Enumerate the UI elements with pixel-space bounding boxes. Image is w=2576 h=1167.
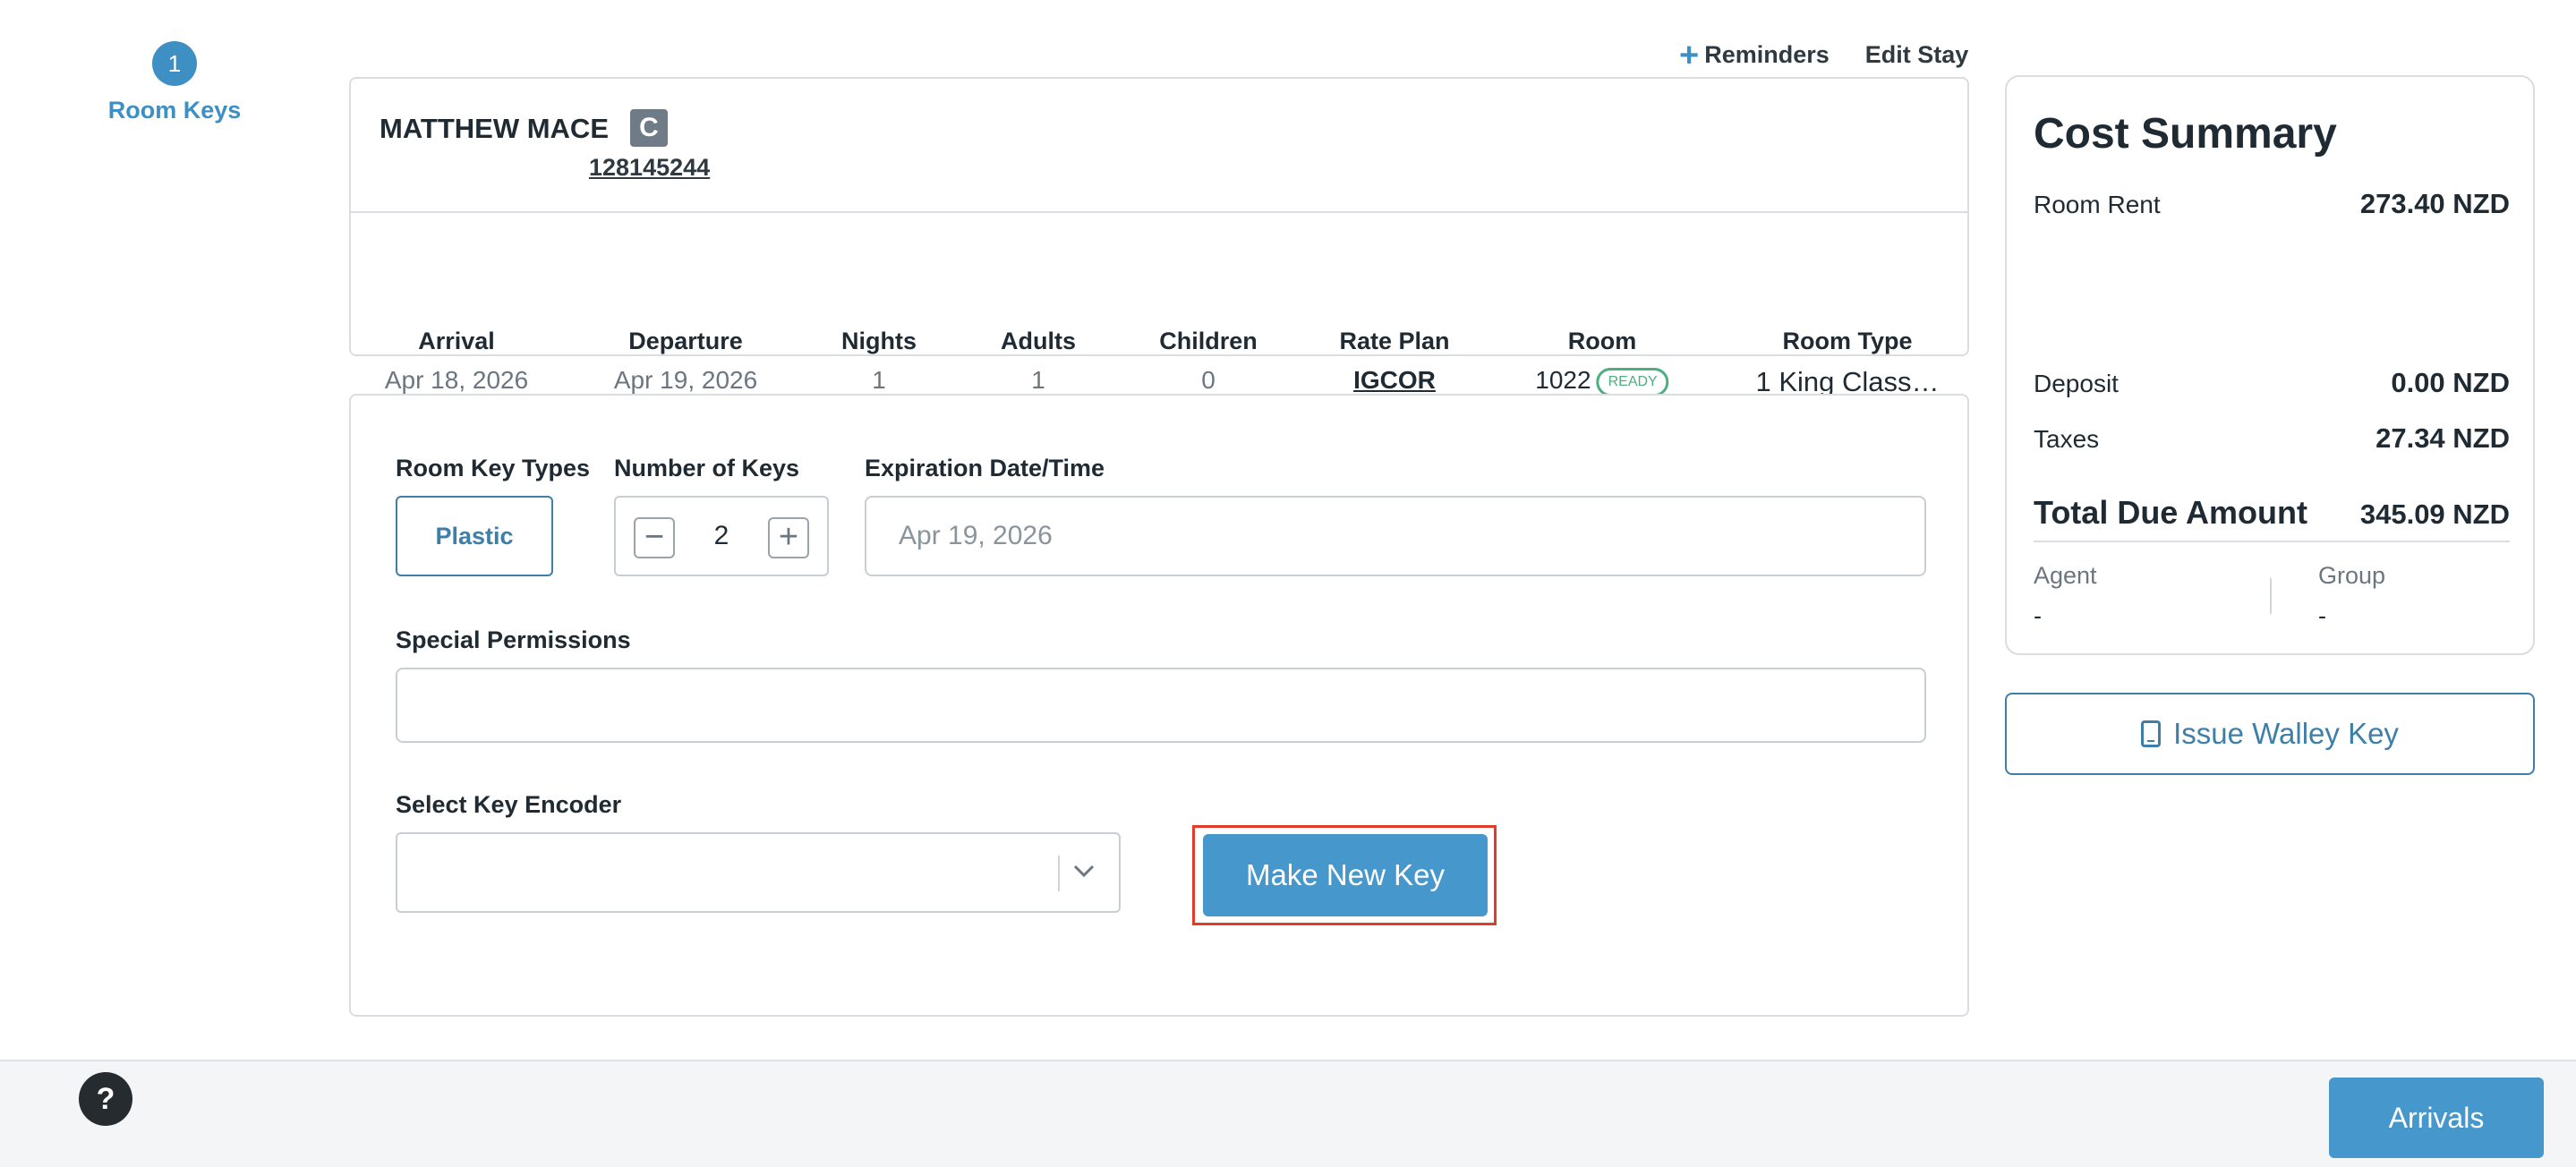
reminders-label: Reminders [1704,41,1830,68]
total-due-row: Total Due Amount 345.09 NZD [2034,494,2510,532]
key-encoder-select[interactable] [396,832,1121,913]
agent-group-divider [2270,578,2272,614]
taxes-value: 27.34 NZD [2376,422,2510,454]
adults-value: 1 [1031,366,1045,394]
guest-name: MATTHEW MACE [380,113,609,144]
tablet-icon [2141,720,2162,747]
children-field: Children 0 [1159,328,1258,395]
departure-label: Departure [628,328,743,354]
cost-summary-title: Cost Summary [2034,110,2337,158]
key-quantity-stepper: 2 − + [614,496,829,576]
nights-label: Nights [841,328,917,354]
deposit-row: Deposit 0.00 NZD [2034,367,2510,399]
agent-value: - [2034,602,2042,629]
room-key-form: Room Key Types Plastic Number of Keys 2 … [349,394,1969,1017]
issue-walley-key-button[interactable]: Issue Walley Key [2005,693,2535,775]
deposit-value: 0.00 NZD [2391,367,2510,398]
special-permissions-input[interactable] [396,668,1926,743]
room-key-types-label: Room Key Types [396,455,591,481]
total-due-label: Total Due Amount [2034,494,2307,531]
plastic-key-type-button[interactable]: Plastic [396,496,553,576]
arrival-value: Apr 18, 2026 [384,366,529,394]
expiration-label: Expiration Date/Time [865,455,1105,481]
arrivals-button[interactable]: Arrivals [2329,1078,2544,1158]
help-icon[interactable]: ? [79,1072,132,1126]
step-indicator[interactable]: 1 Room Keys [106,41,243,124]
room-rent-label: Room Rent [2034,191,2161,218]
step-label: Room Keys [107,97,242,124]
special-permissions-label: Special Permissions [396,626,631,653]
group-label: Group [2318,562,2386,589]
rate-plan-field: Rate Plan IGCOR [1339,328,1449,395]
number-of-keys-label: Number of Keys [614,455,800,481]
key-encoder-label: Select Key Encoder [396,791,622,818]
children-value: 0 [1201,366,1215,394]
room-value-wrap: 1022 READY [1535,366,1669,396]
arrival-label: Arrival [418,328,495,354]
guest-header: MATTHEW MACE C 128145244 [351,79,1967,213]
stay-details: Arrival Apr 18, 2026 Departure Apr 19, 2… [351,249,1967,397]
rate-plan-link[interactable]: IGCOR [1339,366,1449,395]
agent-field: Agent - [2034,562,2097,630]
taxes-label: Taxes [2034,425,2100,453]
select-separator [1058,856,1060,891]
room-field: Room 1022 READY [1535,328,1669,396]
room-type-field: Room Type 1 King Class… [1755,328,1939,398]
room-rent-row: Room Rent 273.40 NZD [2034,188,2510,220]
room-status-badge: READY [1596,367,1669,396]
reservation-card: MATTHEW MACE C 128145244 Arrival Apr 18,… [349,77,1969,397]
nights-field: Nights 1 [841,328,917,395]
cost-summary-card: Cost Summary Room Rent 273.40 NZD Deposi… [2005,75,2535,655]
decrement-button[interactable]: − [634,517,675,558]
top-links: + Reminders Edit Stay [1679,36,1969,74]
step-number-badge: 1 [152,41,197,86]
room-type-label: Room Type [1782,328,1913,354]
arrival-field: Arrival Apr 18, 2026 [385,328,528,395]
reminders-link[interactable]: + Reminders [1679,36,1830,74]
adults-field: Adults 1 [1001,328,1076,395]
footer-bar: ? Arrivals [0,1060,2576,1167]
total-due-value: 345.09 NZD [2359,498,2510,530]
edit-stay-link[interactable]: Edit Stay [1865,41,1969,69]
plus-icon: + [1679,36,1700,74]
children-label: Children [1159,328,1258,354]
chevron-down-icon[interactable] [1070,857,1097,884]
agent-label: Agent [2034,562,2097,589]
group-value: - [2318,602,2326,629]
make-new-key-button[interactable]: Make New Key [1203,834,1488,916]
group-field: Group - [2318,562,2385,630]
room-rent-value: 273.40 NZD [2359,188,2510,219]
room-label: Room [1567,328,1637,354]
departure-value: Apr 19, 2026 [613,366,758,394]
issue-walley-key-label: Issue Walley Key [2173,717,2399,750]
room-number: 1022 [1535,366,1591,394]
departure-field: Departure Apr 19, 2026 [614,328,757,395]
vip-icon: C [630,109,668,147]
increment-button[interactable]: + [768,517,809,558]
taxes-row: Taxes 27.34 NZD [2034,422,2510,455]
rate-plan-label: Rate Plan [1339,328,1450,354]
nights-value: 1 [872,366,886,394]
confirmation-number-link[interactable]: 128145244 [589,154,710,182]
adults-label: Adults [1001,328,1076,354]
total-divider [2034,541,2510,542]
deposit-label: Deposit [2034,370,2119,397]
expiration-date-input[interactable]: Apr 19, 2026 [865,496,1926,576]
